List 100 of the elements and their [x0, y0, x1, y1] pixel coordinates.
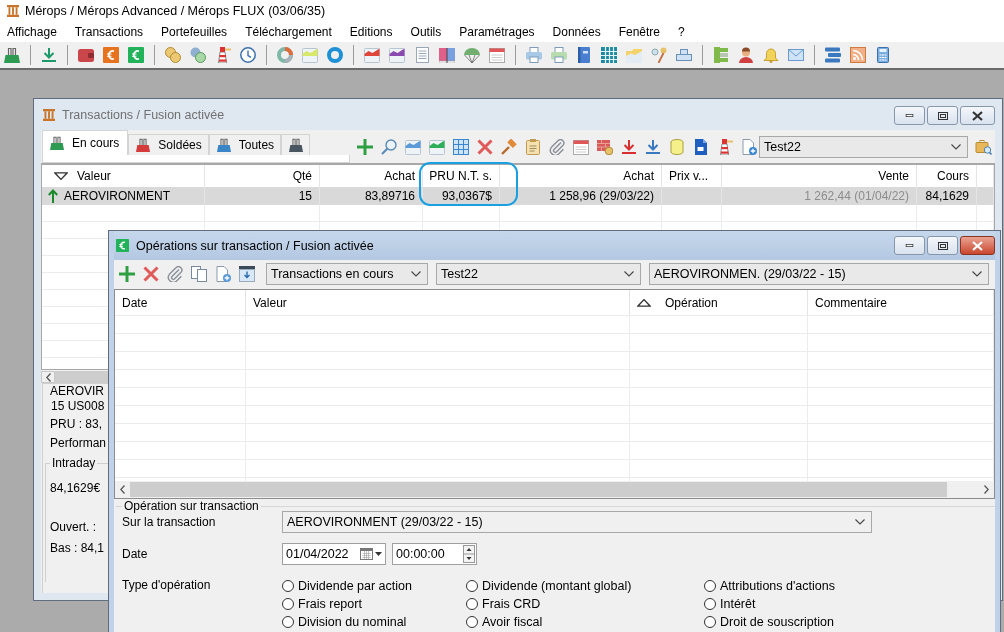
caret-icon [972, 271, 982, 277]
column-header[interactable]: Opération [665, 295, 718, 310]
radio-button[interactable] [282, 615, 294, 628]
transaction-dropdown[interactable]: AEROVIRONMENT (29/03/22 - 15) [282, 511, 872, 533]
column-header[interactable]: Date [122, 295, 148, 310]
parachute-icon[interactable] [464, 47, 480, 63]
column-header[interactable]: Achat [623, 169, 654, 183]
menu-item[interactable]: ? [669, 22, 694, 42]
menu-item[interactable]: Téléchargement [236, 22, 341, 42]
radio-label[interactable]: Dividende par action [298, 578, 412, 593]
donut-chart-icon[interactable] [327, 47, 343, 63]
column-header[interactable]: Prix v... [669, 169, 709, 183]
menu-item[interactable]: Fenêtre [609, 22, 669, 42]
paperclip-icon[interactable] [167, 266, 183, 282]
wallet-icon[interactable] [78, 47, 94, 63]
radio-label[interactable]: Frais report [298, 596, 362, 611]
add-icon[interactable] [119, 266, 135, 282]
group-title: Intraday [50, 456, 98, 471]
column-header[interactable]: Qté [292, 169, 312, 183]
caret-icon [951, 143, 961, 150]
detail-text: 15 US008 [50, 399, 106, 414]
detail-text: Bas : 84,1 [50, 541, 106, 556]
group-title: Opération sur transaction [123, 499, 260, 513]
radio-button[interactable] [282, 579, 294, 592]
date-field[interactable]: 01/04/2022 [282, 543, 386, 565]
caret-down-icon[interactable] [375, 552, 382, 556]
close-button[interactable] [960, 236, 995, 255]
maximize-button[interactable] [927, 236, 958, 255]
hierarchy-icon[interactable] [713, 47, 729, 63]
column-header[interactable]: Cours [937, 169, 969, 183]
book-icon[interactable] [439, 47, 455, 63]
list-icon[interactable] [825, 47, 841, 63]
column-header[interactable]: Commentaire [815, 295, 888, 310]
coins-icon[interactable] [190, 47, 206, 63]
column-header[interactable]: Valeur [253, 295, 287, 310]
calculator-icon[interactable] [875, 47, 891, 63]
notebook-icon[interactable] [414, 47, 430, 63]
radio-button[interactable] [704, 615, 716, 628]
column-header[interactable]: Valeur [77, 169, 111, 183]
area-chart-icon[interactable] [389, 47, 405, 63]
pins-icon[interactable] [651, 47, 667, 63]
scroll-left-button[interactable] [41, 371, 55, 383]
radio-button[interactable] [466, 597, 478, 610]
radio-button[interactable] [704, 597, 716, 610]
detail-text: Performan [50, 436, 108, 451]
menu-item[interactable]: Transactions [65, 22, 153, 42]
copy-icon[interactable] [191, 266, 207, 282]
envelope-icon[interactable] [788, 47, 804, 63]
radio-label[interactable]: Attributions d'actions [720, 578, 835, 593]
download-icon[interactable] [41, 47, 57, 63]
transaction-dropdown[interactable]: AEROVIRONMEN. (29/03/22 - 15) [649, 263, 989, 285]
column-header[interactable]: Achat [384, 169, 415, 183]
menu-item[interactable]: Données [543, 22, 610, 42]
area-chart-icon[interactable] [364, 47, 380, 63]
field-label: Type d'opération [122, 578, 212, 593]
rss-icon[interactable] [850, 47, 866, 63]
person-icon[interactable] [738, 47, 754, 63]
printer-icon[interactable] [551, 47, 567, 63]
time-field[interactable]: 00:00:00 [392, 543, 477, 565]
column-header[interactable]: PRU N.T. s. [429, 169, 492, 183]
radio-button[interactable] [282, 597, 294, 610]
printer-icon[interactable] [526, 47, 542, 63]
lighthouse-icon[interactable] [215, 47, 231, 63]
radio-label[interactable]: Avoir fiscal [482, 614, 543, 629]
spin-arrows-icon[interactable] [463, 545, 475, 563]
radio-button[interactable] [704, 579, 716, 592]
transactions-filter-dropdown[interactable]: Transactions en cours [266, 263, 428, 285]
radio-label[interactable]: Intérêt [720, 596, 756, 611]
horizontal-scrollbar[interactable] [115, 481, 994, 498]
portfolio-dropdown[interactable]: Test22 [436, 263, 641, 285]
bell-icon[interactable] [763, 47, 779, 63]
menu-item[interactable]: Editions [340, 22, 402, 42]
download-box-icon[interactable] [239, 266, 255, 282]
table-row[interactable]: AEROVIRONMENT 15 83,89716 93,0367$ 1 258,96 (29/03/22) 1 262,44 (01/04/22) 84,1629 [42, 187, 994, 205]
coins-icon[interactable] [165, 47, 181, 63]
app-title: Mérops / Mérops Advanced / Mérops FLUX (03/06/35) [25, 4, 326, 18]
column-header[interactable]: Vente [878, 169, 909, 183]
clock-icon[interactable] [240, 47, 256, 63]
binder-clip-icon[interactable] [4, 47, 20, 63]
calendar-icon[interactable] [360, 548, 373, 560]
menu-item[interactable]: Portefeuilles [152, 22, 237, 42]
menu-item[interactable]: Affichage [0, 22, 66, 42]
add-document-icon[interactable] [215, 266, 231, 282]
radio-button[interactable] [466, 579, 478, 592]
stacked-boxes-icon[interactable] [676, 47, 692, 63]
calendar-icon[interactable] [489, 47, 505, 63]
pie-chart-icon[interactable] [277, 47, 293, 63]
radio-label[interactable]: Division du nominal [298, 614, 407, 629]
menu-item[interactable]: Outils [401, 22, 451, 42]
menu-item[interactable]: Paramétrages [450, 22, 544, 42]
close-icon [972, 110, 983, 121]
radio-label[interactable]: Dividende (montant global) [482, 578, 632, 593]
radio-label[interactable]: Droit de souscription [720, 614, 834, 629]
radio-label[interactable]: Frais CRD [482, 596, 541, 611]
book-icon[interactable] [576, 47, 592, 63]
minimize-button[interactable] [894, 236, 925, 255]
euro-tile-icon[interactable] [103, 47, 119, 63]
euro-tile-icon[interactable] [128, 47, 144, 63]
delete-icon[interactable] [143, 266, 159, 282]
radio-button[interactable] [466, 615, 478, 628]
